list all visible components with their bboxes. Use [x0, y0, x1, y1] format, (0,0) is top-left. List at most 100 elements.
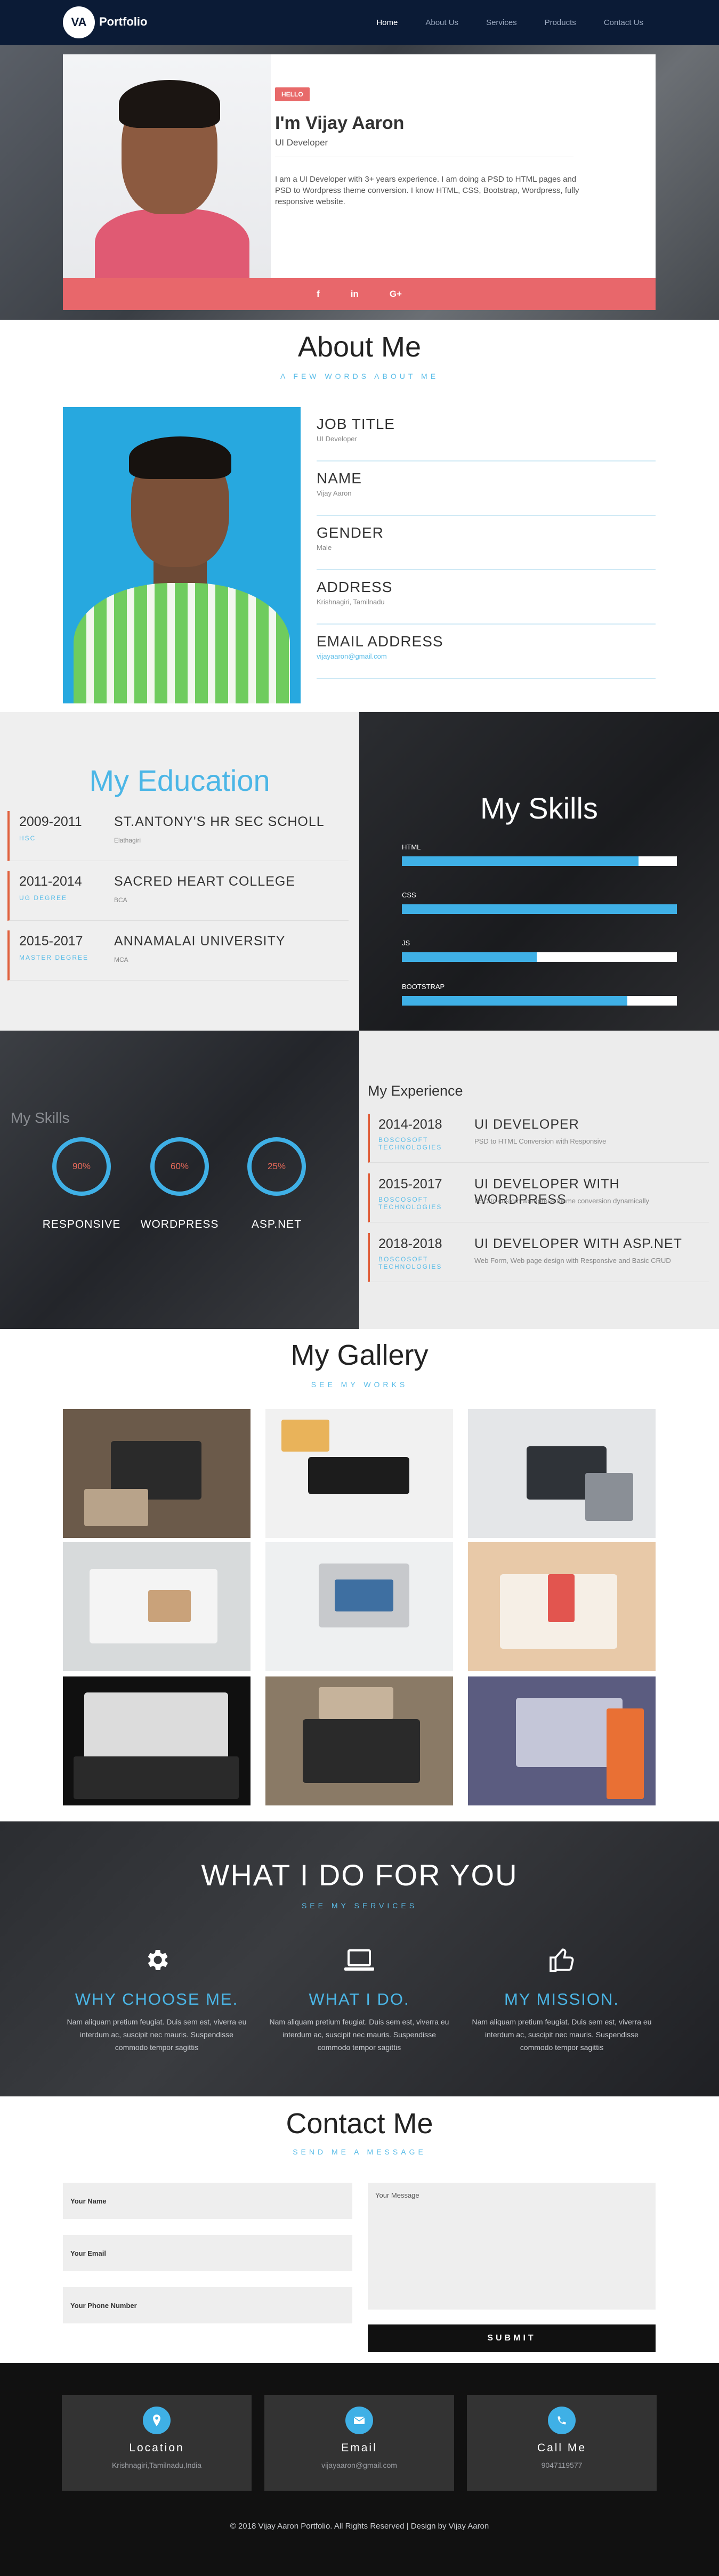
- skill-circle-label: ASP.NET: [251, 1218, 302, 1230]
- hero-section: HELLO I'm Vijay Aaron UI Developer I am …: [0, 45, 719, 320]
- gallery-image[interactable]: [265, 1542, 453, 1671]
- nav-link-about[interactable]: About Us: [425, 18, 458, 27]
- skills-title: My Skills: [480, 791, 598, 825]
- skill-track: [402, 904, 677, 914]
- gallery-image[interactable]: [468, 1676, 656, 1805]
- skills-section: My Skills HTML CSS JS BOOTSTRAP: [359, 712, 719, 1031]
- experience-row: 2015-2017 BOSCOSOFT TECHNOLOGIES UI DEVE…: [368, 1173, 709, 1222]
- services-section: WHAT I DO FOR YOU SEE MY SERVICES WHY CH…: [0, 1821, 719, 2096]
- footer-card-value[interactable]: vijayaaron@gmail.com: [264, 2461, 454, 2469]
- about-profile-photo: [63, 407, 301, 703]
- skill-circle: 60%: [150, 1137, 209, 1196]
- education-section: My Education 2009-2011 HSC ST.ANTONY'S H…: [0, 712, 359, 1031]
- skill-circle: 25%: [247, 1137, 306, 1196]
- about-value: Vijay Aaron: [317, 489, 352, 497]
- gallery-subtitle: SEE MY WORKS: [311, 1380, 408, 1389]
- logo-text[interactable]: Portfolio: [99, 15, 147, 29]
- nav-link-services[interactable]: Services: [486, 18, 517, 27]
- email-link[interactable]: vijayaaron@gmail.com: [317, 652, 387, 660]
- facebook-icon[interactable]: f: [317, 289, 320, 299]
- about-item-address: ADDRESS Krishnagiri, Tamilnadu: [317, 570, 656, 625]
- education-row: 2009-2011 HSC ST.ANTONY'S HR SEC SCHOLL …: [7, 811, 349, 861]
- nav-link-contact[interactable]: Contact Us: [604, 18, 643, 27]
- about-label: EMAIL ADDRESS: [317, 633, 443, 650]
- education-degree: MASTER DEGREE: [19, 954, 89, 961]
- nav-link-products[interactable]: Products: [545, 18, 576, 27]
- education-place: BCA: [114, 896, 127, 904]
- about-item-job-title: JOB TITLE UI Developer: [317, 407, 656, 461]
- footer: Location Krishnagiri,Tamilnadu,India Ema…: [0, 2363, 719, 2576]
- thumbs-up-icon: [471, 1944, 652, 1976]
- phone-icon: [548, 2407, 576, 2434]
- services-subtitle: SEE MY SERVICES: [301, 1901, 418, 1910]
- about-subtitle: A FEW WORDS ABOUT ME: [280, 372, 439, 380]
- skill-fill: [402, 856, 639, 866]
- footer-card-value[interactable]: 9047119577: [467, 2461, 657, 2469]
- skill-label: CSS: [402, 891, 416, 899]
- experience-role: UI DEVELOPER WITH ASP.NET: [474, 1236, 682, 1251]
- experience-desc: PSD to custom wordpress theme conversion…: [474, 1197, 650, 1205]
- footer-card-location: Location Krishnagiri,Tamilnadu,India: [62, 2395, 252, 2491]
- gallery-image[interactable]: [468, 1409, 656, 1538]
- education-title: My Education: [89, 764, 270, 797]
- service-text: Nam aliquam pretium feugiat. Duis sem es…: [269, 2018, 449, 2052]
- skill-label: BOOTSTRAP: [402, 983, 445, 991]
- hero-social-bar: f in G+: [63, 278, 656, 310]
- submit-button[interactable]: SUBMIT: [368, 2324, 656, 2352]
- skill-track: [402, 856, 677, 866]
- gallery-image[interactable]: [63, 1409, 251, 1538]
- hero-card: HELLO I'm Vijay Aaron UI Developer I am …: [63, 54, 656, 310]
- service-card-why-choose: WHY CHOOSE ME. Nam aliquam pretium feugi…: [66, 1944, 247, 2054]
- gallery-image[interactable]: [63, 1542, 251, 1671]
- nav-links: Home About Us Services Products Contact …: [376, 18, 643, 27]
- gallery-image[interactable]: [265, 1409, 453, 1538]
- footer-card-email: Email vijayaaron@gmail.com: [264, 2395, 454, 2491]
- contact-title: Contact Me: [286, 2108, 433, 2140]
- experience-row: 2014-2018 BOSCOSOFT TECHNOLOGIES UI DEVE…: [368, 1114, 709, 1163]
- skill-track: [402, 996, 677, 1006]
- footer-card-value: Krishnagiri,Tamilnadu,India: [111, 2461, 202, 2469]
- gallery-image[interactable]: [265, 1676, 453, 1805]
- services-title: WHAT I DO FOR YOU: [201, 1858, 518, 1892]
- gallery-image[interactable]: [63, 1676, 251, 1805]
- skill-bar-css: CSS: [402, 891, 677, 914]
- email-field[interactable]: [63, 2235, 352, 2271]
- laptop-icon: [269, 1944, 450, 1976]
- location-pin-icon: [143, 2407, 171, 2434]
- contact-subtitle: SEND ME A MESSAGE: [293, 2148, 426, 2156]
- copyright-text: © 2018 Vijay Aaron Portfolio. All Rights…: [230, 2522, 489, 2531]
- hero-profile-photo: [63, 54, 271, 278]
- education-years: 2009-2011: [19, 814, 82, 829]
- message-field[interactable]: [368, 2183, 656, 2310]
- footer-card-title: Call Me: [537, 2442, 587, 2454]
- gallery-image[interactable]: [468, 1542, 656, 1671]
- skill-fill: [402, 904, 677, 914]
- nav-link-home[interactable]: Home: [376, 18, 398, 27]
- education-years: 2015-2017: [19, 934, 83, 949]
- skill-circle-percent: 25%: [267, 1161, 286, 1171]
- education-school: SACRED HEART COLLEGE: [114, 874, 296, 889]
- experience-years: 2018-2018: [378, 1236, 442, 1251]
- skill-circle-label: RESPONSIVE: [42, 1218, 121, 1230]
- phone-field[interactable]: [63, 2287, 352, 2323]
- skill-label: HTML: [402, 843, 421, 851]
- footer-card-phone: Call Me 9047119577: [467, 2395, 657, 2491]
- google-plus-icon[interactable]: G+: [390, 289, 402, 299]
- linkedin-icon[interactable]: in: [351, 289, 359, 299]
- circle-skills-faded-title: My Skills: [11, 1109, 70, 1126]
- service-text: Nam aliquam pretium feugiat. Duis sem es…: [67, 2018, 247, 2052]
- footer-card-title: Email: [341, 2442, 377, 2454]
- experience-title: My Experience: [368, 1083, 463, 1099]
- skill-bar-js: JS: [402, 939, 677, 962]
- logo-badge[interactable]: VA: [63, 6, 95, 38]
- top-navbar: VA Portfolio Home About Us Services Prod…: [0, 0, 719, 45]
- name-field[interactable]: [63, 2183, 352, 2219]
- hero-description: I am a UI Developer with 3+ years experi…: [275, 175, 579, 206]
- skill-circle-label: WORDPRESS: [140, 1218, 219, 1230]
- education-row: 2011-2014 UG DEGREE SACRED HEART COLLEGE…: [7, 871, 349, 921]
- footer-card-title: Location: [129, 2442, 184, 2454]
- experience-years: 2015-2017: [378, 1177, 442, 1192]
- experience-years: 2014-2018: [378, 1117, 442, 1132]
- skill-bar-html: HTML: [402, 843, 677, 866]
- skill-bar-bootstrap: BOOTSTRAP: [402, 983, 677, 1006]
